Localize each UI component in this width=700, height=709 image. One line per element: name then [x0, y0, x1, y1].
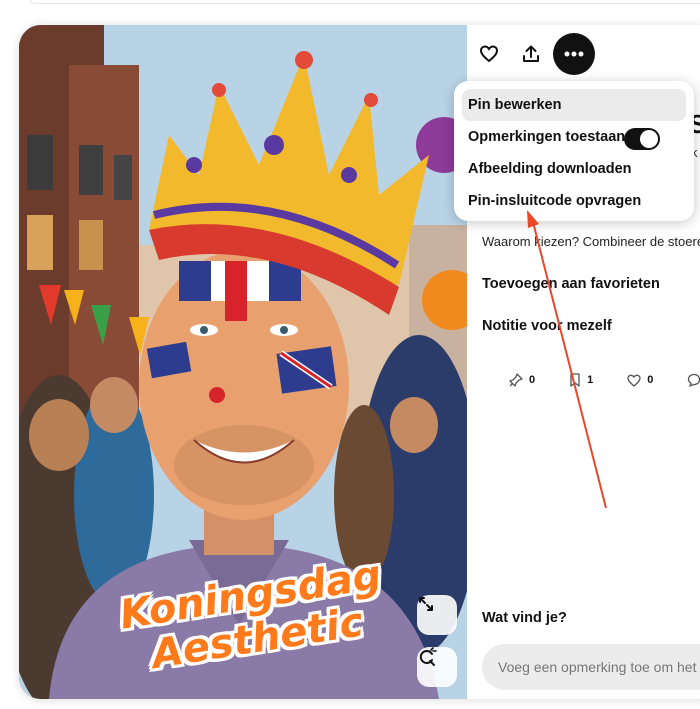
- add-to-favorites-button[interactable]: Toevoegen aan favorieten: [482, 276, 660, 292]
- like-button[interactable]: [469, 34, 509, 74]
- visual-search-button[interactable]: [417, 647, 457, 687]
- more-options-button[interactable]: [553, 33, 595, 75]
- stat-saves: 0: [509, 373, 535, 387]
- comments-heading: Wat vind je?: [482, 610, 567, 626]
- comment-box[interactable]: [482, 644, 700, 690]
- expand-image-button[interactable]: [417, 595, 457, 635]
- comment-input[interactable]: [498, 659, 700, 675]
- heart-outline-icon: [627, 374, 641, 387]
- menu-item-edit-pin-label: Pin bewerken: [468, 97, 562, 113]
- menu-item-edit-pin[interactable]: Pin bewerken: [462, 89, 686, 121]
- stat-bookmarks: 1: [569, 373, 593, 387]
- more-options-menu: Pin bewerken Opmerkingen toestaan Afbeel…: [454, 81, 694, 221]
- menu-item-allow-comments-label: Opmerkingen toestaan: [468, 129, 626, 145]
- stat-likes-value: 0: [647, 374, 654, 386]
- visual-search-icon: [419, 647, 437, 666]
- stat-saves-value: 0: [529, 374, 536, 386]
- toggle-knob: [640, 130, 658, 148]
- share-icon: [523, 45, 539, 62]
- menu-item-embed-code-label: Pin-insluitcode opvragen: [468, 193, 642, 209]
- pin-image[interactable]: Koningsdag Aesthetic: [19, 25, 467, 699]
- pin-icon: [509, 373, 523, 387]
- pin-toolbar: [467, 25, 700, 85]
- expand-arrows-icon: [419, 597, 433, 611]
- menu-item-embed-code[interactable]: Pin-insluitcode opvragen: [462, 185, 686, 217]
- ellipsis-icon: [564, 51, 584, 57]
- stat-comments: [687, 373, 700, 387]
- top-strip: [30, 0, 700, 4]
- bookmark-icon: [570, 373, 580, 387]
- comment-icon: [688, 373, 700, 387]
- allow-comments-toggle[interactable]: [624, 128, 660, 150]
- heart-icon: [479, 45, 499, 63]
- stat-bookmarks-value: 1: [587, 374, 594, 386]
- menu-item-download-image-label: Afbeelding downloaden: [468, 161, 632, 177]
- menu-item-allow-comments[interactable]: Opmerkingen toestaan: [462, 121, 686, 153]
- menu-item-download-image[interactable]: Afbeelding downloaden: [462, 153, 686, 185]
- pin-stats: 0 1 0: [509, 370, 700, 390]
- pin-description: Waarom kiezen? Combineer de stoere: [482, 234, 700, 249]
- note-to-self-button[interactable]: Notitie voor mezelf: [482, 318, 612, 334]
- stat-likes: 0: [627, 374, 653, 387]
- share-button[interactable]: [511, 34, 551, 74]
